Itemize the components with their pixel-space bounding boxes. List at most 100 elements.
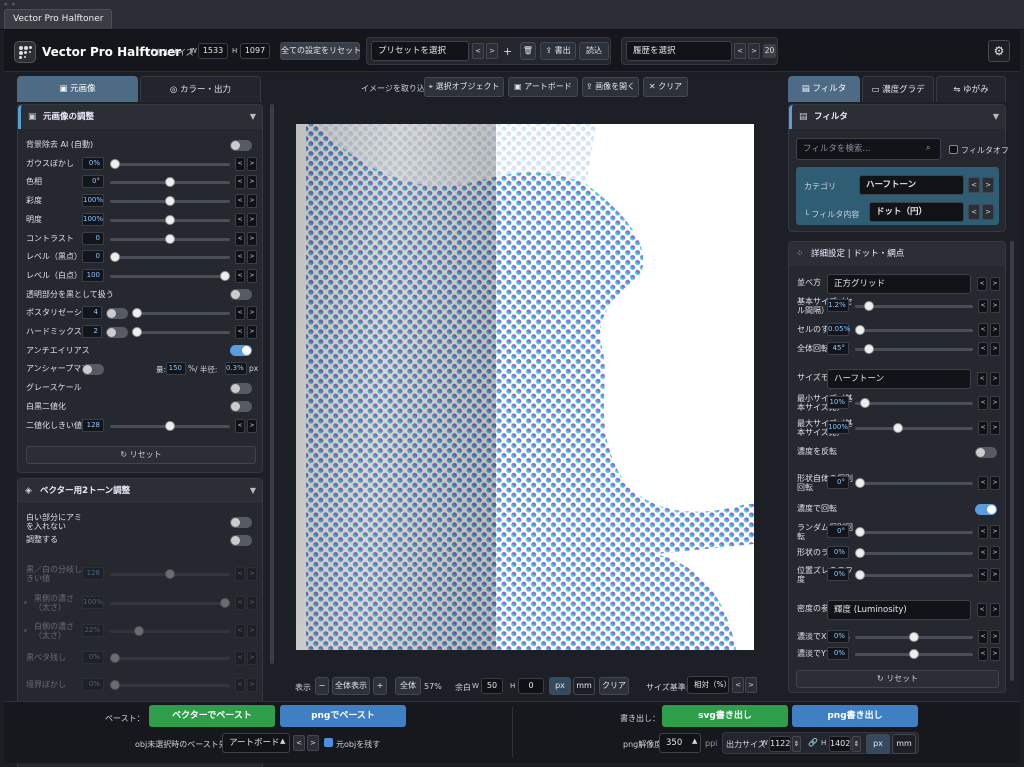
slider-knob[interactable] — [110, 252, 120, 263]
slider-track[interactable] — [855, 427, 973, 430]
setting-prev[interactable]: < — [235, 156, 245, 171]
slider-track[interactable] — [110, 630, 230, 633]
setting-prev[interactable]: < — [978, 421, 988, 435]
window-tab[interactable]: Vector Pro Halftoner — [4, 9, 113, 29]
window-controls[interactable]: « » — [4, 1, 16, 8]
slider-knob[interactable] — [165, 233, 175, 244]
setting-value-input[interactable]: 0° — [827, 525, 849, 538]
setting-prev[interactable]: < — [235, 678, 245, 692]
setting-value-input[interactable]: 0% — [827, 568, 849, 581]
slider-track[interactable] — [855, 482, 973, 485]
canvas-viewport[interactable] — [277, 100, 780, 672]
slider-knob[interactable] — [892, 423, 903, 433]
category-prev[interactable]: < — [968, 177, 980, 193]
history-next-button[interactable]: > — [748, 43, 760, 59]
slider-knob[interactable] — [134, 626, 145, 636]
setting-next[interactable]: > — [990, 525, 1000, 539]
slider-knob[interactable] — [855, 478, 865, 488]
toggle-switch[interactable] — [230, 516, 252, 528]
setting-next[interactable]: > — [990, 299, 1000, 313]
left-scrollbar[interactable] — [270, 104, 274, 664]
slider-knob[interactable] — [855, 325, 865, 335]
source-reset-button[interactable]: ↻ リセット — [26, 446, 256, 464]
slider-knob[interactable] — [855, 570, 865, 580]
setting-value-input[interactable]: 0° — [827, 476, 849, 489]
setting-prev[interactable]: < — [235, 212, 245, 227]
slider-track[interactable] — [132, 312, 230, 316]
unsharp-amount-input[interactable]: 150 — [166, 362, 186, 376]
setting-value-input[interactable]: 4 — [82, 306, 102, 320]
preset-add-button[interactable]: + — [503, 45, 512, 58]
slider-track[interactable] — [855, 552, 973, 555]
setting-value-input[interactable]: 128 — [82, 567, 104, 580]
setting-next[interactable]: > — [990, 323, 1000, 337]
keep-obj-checkbox[interactable] — [324, 738, 333, 747]
margin-w-input[interactable]: 50 — [481, 678, 503, 694]
slider-knob[interactable] — [909, 649, 919, 659]
setting-prev[interactable]: < — [978, 525, 988, 539]
slider-knob[interactable] — [165, 196, 175, 207]
setting-value-input[interactable]: 100 — [82, 268, 104, 282]
slider-knob[interactable] — [165, 420, 175, 431]
toggle-switch[interactable] — [230, 401, 252, 413]
setting-next[interactable]: > — [247, 651, 257, 665]
preset-next-button[interactable]: > — [486, 43, 498, 59]
slider-track[interactable] — [110, 602, 230, 605]
filter-content-select[interactable]: ドット（円） — [869, 202, 964, 222]
link-icon[interactable]: 🔗 — [808, 738, 818, 747]
paste-vector-button[interactable]: ベクターでペースト — [149, 705, 275, 727]
slider-knob[interactable] — [165, 214, 175, 225]
zoom-in-button[interactable]: + — [373, 677, 387, 695]
slider-knob[interactable] — [165, 569, 175, 579]
output-unit-mm[interactable]: mm — [892, 734, 916, 754]
toggle-switch[interactable] — [230, 139, 252, 151]
unsharp-radius-input[interactable]: 0.3% — [225, 362, 247, 376]
setting-next[interactable]: > — [990, 342, 1000, 356]
setting-select[interactable]: 輝度 (Luminosity) — [827, 600, 971, 620]
setting-next[interactable]: > — [990, 546, 1000, 560]
reset-all-button[interactable]: 全ての設定をリセット — [280, 42, 361, 60]
zoom-out-button[interactable]: − — [315, 677, 329, 695]
setting-prev[interactable]: < — [977, 277, 987, 291]
detail-reset-button[interactable]: ↻ リセット — [796, 670, 999, 688]
open-image-button[interactable]: ⇪ 画像を開く — [582, 77, 639, 97]
preset-import-button[interactable]: 読込 — [579, 42, 609, 60]
setting-prev[interactable]: < — [235, 624, 245, 638]
setting-value-input[interactable]: 1.2% — [827, 299, 849, 312]
slider-track[interactable] — [855, 402, 973, 405]
collapse-icon[interactable]: ▼ — [993, 105, 999, 129]
setting-prev[interactable]: < — [978, 647, 988, 661]
setting-prev[interactable]: < — [978, 396, 988, 410]
size-basis-prev[interactable]: < — [732, 677, 744, 693]
setting-next[interactable]: > — [247, 156, 257, 171]
category-next[interactable]: > — [982, 177, 994, 193]
setting-next[interactable]: > — [247, 306, 257, 321]
setting-value-input[interactable]: 100% — [82, 212, 104, 226]
clear-image-button[interactable]: ✕ クリア — [643, 77, 688, 97]
paste-target-sort-icon[interactable]: ▲ — [280, 737, 285, 745]
setting-value-input[interactable]: 0% — [827, 546, 849, 559]
setting-prev[interactable]: < — [235, 418, 245, 433]
setting-next[interactable]: > — [990, 568, 1000, 582]
toggle-switch[interactable] — [975, 446, 997, 458]
slider-track[interactable] — [855, 531, 973, 534]
setting-next[interactable]: > — [247, 175, 257, 190]
setting-prev[interactable]: < — [235, 651, 245, 665]
tab-distortion[interactable]: ⇋ ゆがみ — [936, 76, 1006, 102]
toggle-switch[interactable] — [230, 345, 252, 357]
slider-track[interactable] — [110, 657, 230, 660]
svg-export-button[interactable]: svg書き出し — [662, 705, 788, 727]
halftone-preview[interactable] — [296, 124, 754, 650]
setting-value-input[interactable]: 0 — [82, 250, 104, 264]
setting-value-input[interactable]: 10% — [827, 396, 849, 409]
toggle-switch[interactable] — [975, 503, 997, 515]
slider-track[interactable] — [855, 574, 973, 577]
slider-knob[interactable] — [110, 653, 120, 663]
setting-prev[interactable]: < — [235, 306, 245, 321]
content-next[interactable]: > — [982, 204, 994, 220]
slider-track[interactable] — [855, 329, 973, 332]
slider-knob[interactable] — [863, 301, 874, 311]
slider-knob[interactable] — [132, 327, 142, 337]
paste-png-button[interactable]: pngでペースト — [280, 705, 406, 727]
png-export-button[interactable]: png書き出し — [792, 705, 918, 727]
